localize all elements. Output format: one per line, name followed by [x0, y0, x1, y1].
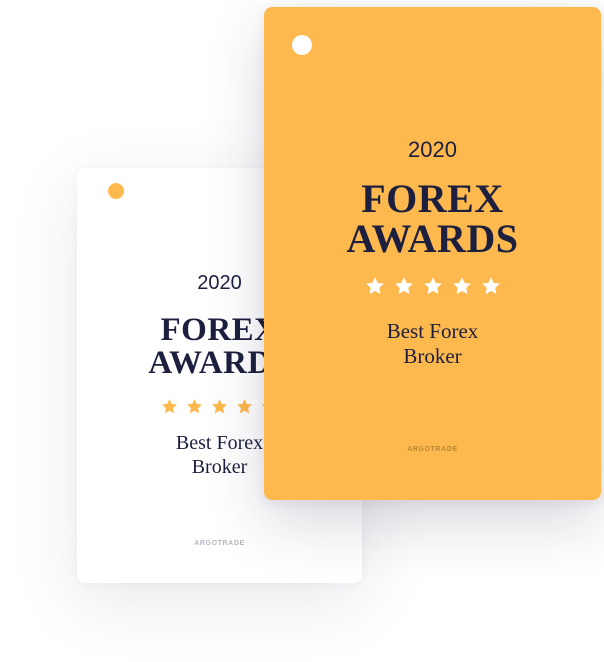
award-year: 2020	[408, 137, 457, 162]
award-title: FOREX AWARDS	[264, 179, 601, 259]
award-subtitle: Best Forex Broker	[264, 319, 601, 369]
star-icon	[162, 399, 177, 414]
card-hole-icon	[108, 183, 124, 199]
star-icon	[423, 277, 442, 294]
card-hole-icon	[292, 35, 312, 55]
award-card-front: 2020 FOREX AWARDS Best Forex Broker ARGO…	[264, 7, 601, 500]
star-icon	[212, 399, 227, 414]
star-icon	[365, 277, 384, 294]
star-icon	[237, 399, 252, 414]
star-icon	[187, 399, 202, 414]
award-title-line-2: AWARDS	[346, 216, 519, 261]
star-icon	[394, 277, 413, 294]
star-icon	[481, 277, 500, 294]
star-icon	[452, 277, 471, 294]
brand-label: ARGOTRADE	[407, 446, 458, 453]
brand-label: ARGOTRADE	[194, 540, 245, 547]
award-subtitle-line-1: Best Forex	[386, 319, 479, 343]
star-rating	[264, 276, 601, 296]
award-subtitle-line-2: Broker	[403, 343, 462, 368]
award-title-line-1: FOREX	[361, 176, 504, 221]
